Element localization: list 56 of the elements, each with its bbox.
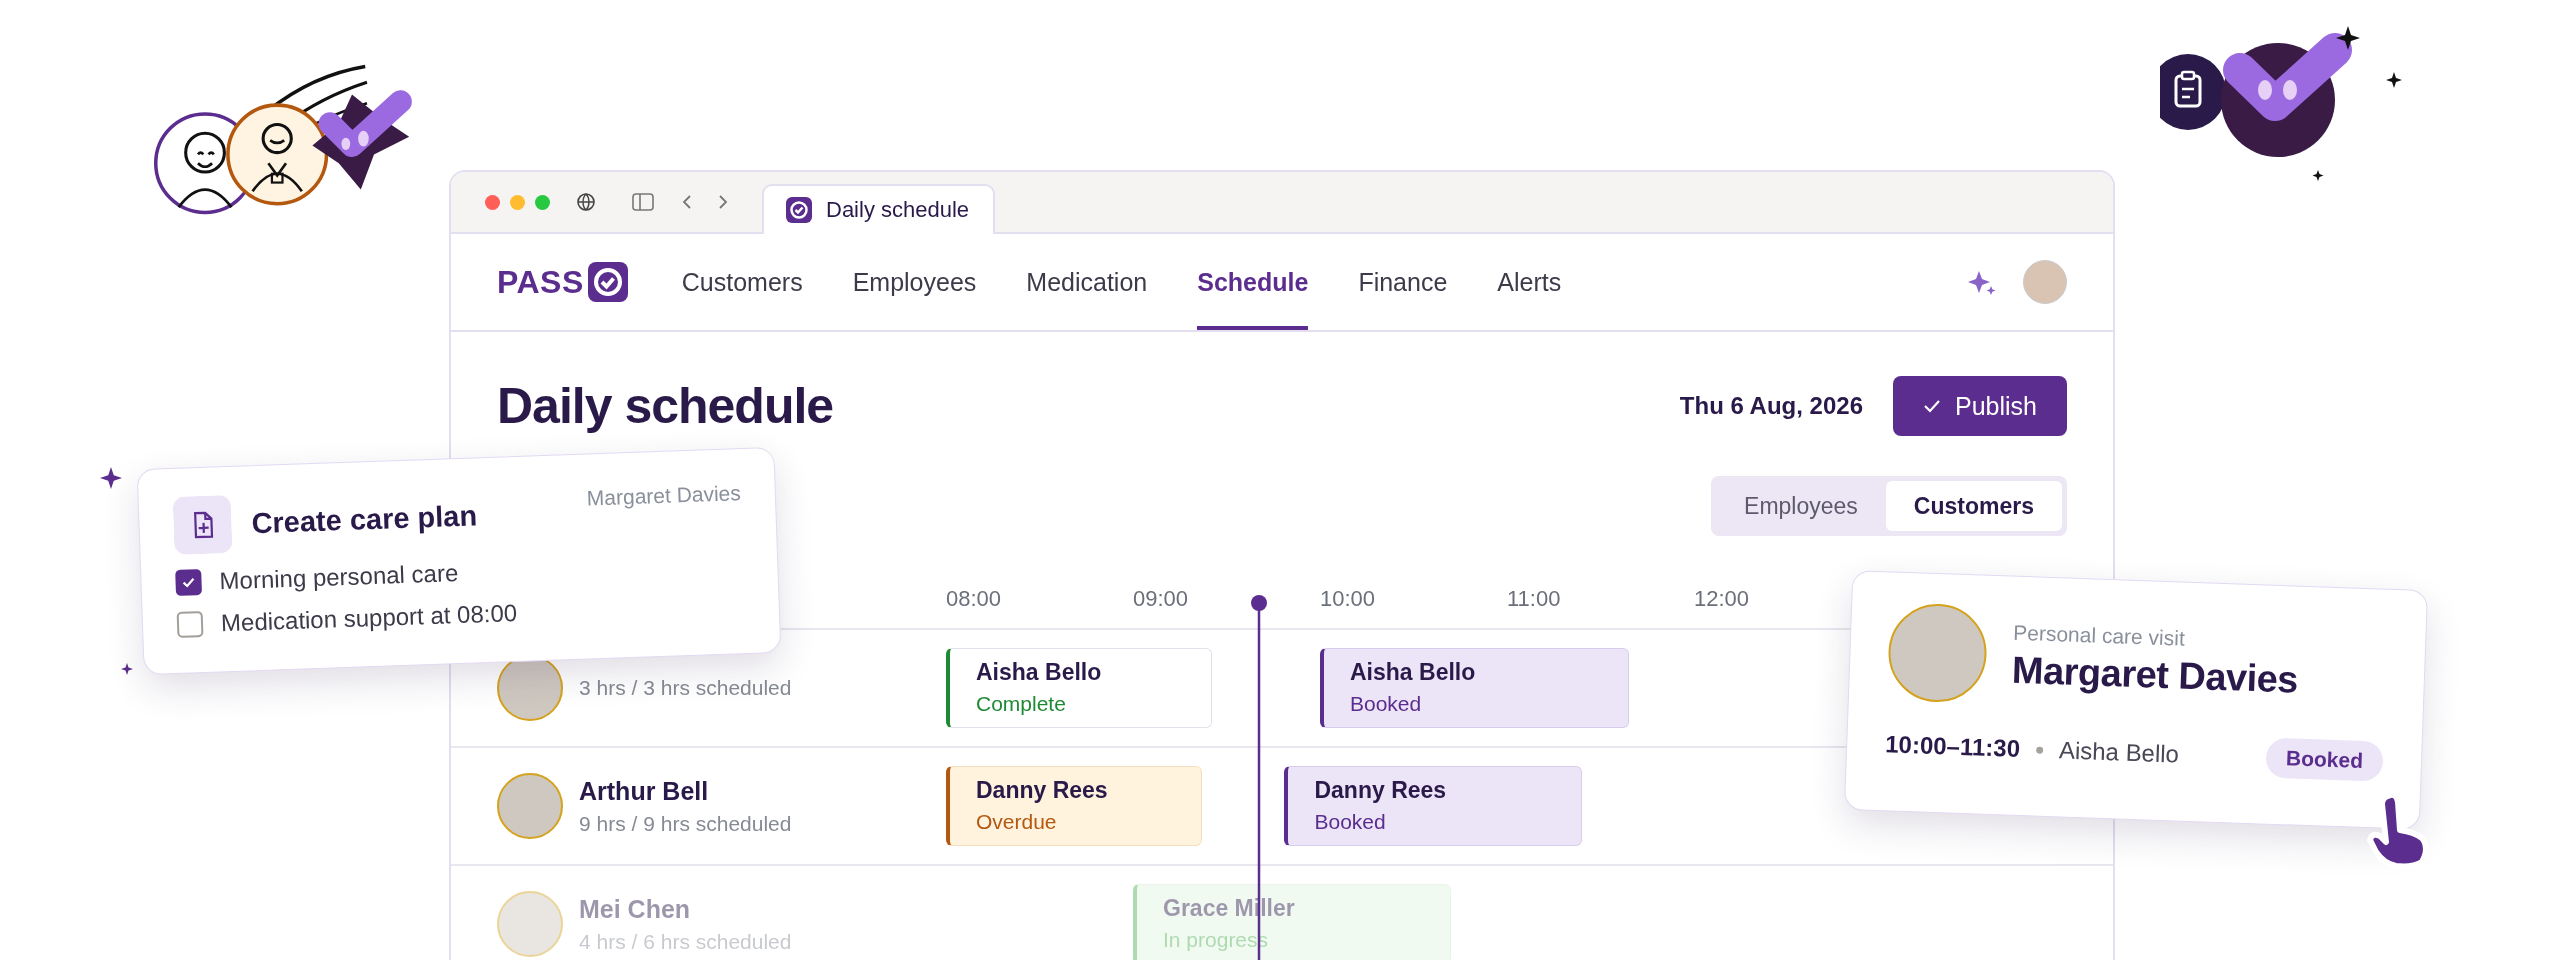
publish-button[interactable]: Publish bbox=[1893, 376, 2067, 436]
checkmark-logo-icon[interactable] bbox=[587, 262, 628, 302]
check-icon bbox=[181, 576, 196, 589]
back-icon[interactable] bbox=[682, 194, 692, 210]
checkmark-logo-icon bbox=[786, 197, 812, 223]
visit-time: 10:00–11:30 bbox=[1884, 730, 2021, 763]
browser-tab[interactable]: Daily schedule bbox=[762, 184, 996, 234]
nav-tab[interactable]: Employees bbox=[852, 234, 977, 330]
customer-name: Margaret Davies bbox=[586, 481, 742, 511]
forward-icon[interactable] bbox=[718, 194, 728, 210]
visit-block[interactable]: Danny Rees Booked bbox=[1284, 766, 1582, 846]
nav-tab[interactable]: Finance bbox=[1358, 234, 1448, 330]
employee-name: Danny Rees bbox=[1314, 777, 1448, 804]
visit-block[interactable]: Aisha Bello Complete bbox=[946, 648, 1212, 728]
sparkle-icon bbox=[100, 467, 122, 489]
sidebar-icon[interactable] bbox=[632, 193, 654, 211]
task-label: Medication support at 08:00 bbox=[220, 599, 518, 638]
hours-summary: 3 hrs / 3 hrs scheduled bbox=[579, 676, 792, 700]
card-title: Create care plan bbox=[251, 498, 478, 540]
close-window-button[interactable] bbox=[485, 194, 500, 210]
visit-block[interactable]: Danny Rees Overdue bbox=[946, 766, 1203, 846]
sparkle-icon bbox=[121, 663, 133, 675]
page-title: Daily schedule bbox=[497, 377, 834, 435]
status-badge: Booked bbox=[2265, 737, 2384, 782]
hour-label: 09:00 bbox=[1133, 586, 1189, 612]
visit-block[interactable]: Aisha Bello Booked bbox=[1320, 648, 1629, 728]
customer-name[interactable]: Arthur Bell bbox=[579, 776, 792, 806]
employee-name: Aisha Bello bbox=[2058, 736, 2180, 769]
nav-tab[interactable]: Alerts bbox=[1497, 234, 1562, 330]
visit-status: Overdue bbox=[976, 810, 1058, 834]
separator-dot bbox=[2035, 746, 2044, 754]
hours-summary: 9 hrs / 9 hrs scheduled bbox=[579, 811, 792, 836]
employee-name: Danny Rees bbox=[976, 777, 1109, 804]
visit-status: Booked bbox=[1350, 692, 1423, 716]
toggle-option[interactable]: Employees bbox=[1716, 481, 1886, 531]
nav-tab[interactable]: Medication bbox=[1026, 234, 1148, 330]
visit-status: Complete bbox=[976, 692, 1067, 716]
logo-wordmark[interactable]: PASS bbox=[497, 263, 584, 301]
task-label: Morning personal care bbox=[219, 559, 459, 596]
globe-icon[interactable] bbox=[576, 192, 596, 212]
hour-label: 08:00 bbox=[946, 586, 1002, 612]
hour-label: 12:00 bbox=[1694, 586, 1750, 612]
checkbox[interactable] bbox=[175, 569, 203, 596]
hour-label: 10:00 bbox=[1320, 586, 1376, 612]
document-plus-icon bbox=[172, 494, 233, 555]
visit-status: Booked bbox=[1314, 810, 1387, 834]
hour-label: 11:00 bbox=[1507, 586, 1561, 612]
nav-tab[interactable]: Schedule bbox=[1197, 234, 1309, 330]
toggle-option[interactable]: Customers bbox=[1885, 481, 2062, 531]
nav-tab[interactable]: Customers bbox=[681, 234, 803, 330]
employee-name: Aisha Bello bbox=[976, 659, 1103, 686]
employee-name: Aisha Bello bbox=[1350, 659, 1477, 686]
check-icon bbox=[1923, 399, 1941, 413]
date-label: Thu 6 Aug, 2026 bbox=[1679, 392, 1863, 420]
checkbox[interactable] bbox=[176, 611, 204, 638]
hours-summary: 4 hrs / 6 hrs scheduled bbox=[579, 929, 792, 954]
